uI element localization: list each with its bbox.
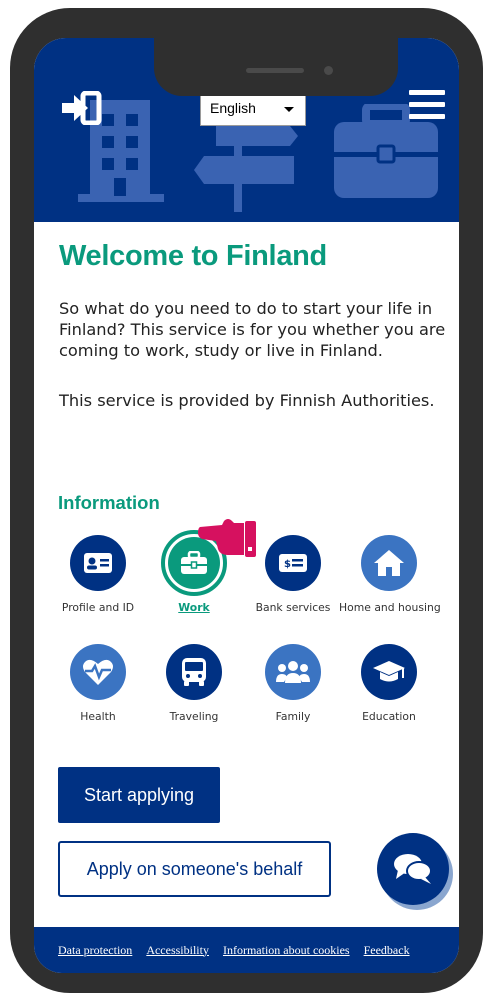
apply-on-behalf-button[interactable]: Apply on someone's behalf (58, 841, 331, 897)
intro-text: So what do you need to do to start your … (59, 299, 446, 360)
tile-label: Profile and ID (61, 601, 135, 614)
chevron-down-icon (284, 107, 294, 112)
bus-icon (166, 644, 222, 700)
footer-link-feedback[interactable]: Feedback (364, 943, 410, 958)
phone-frame: English Welcome to Finland So what do yo… (10, 8, 483, 993)
tile-profile-and-id[interactable]: Profile and ID (48, 535, 148, 614)
app-screen: English Welcome to Finland So what do yo… (34, 38, 459, 973)
login-icon[interactable] (59, 91, 103, 125)
graduation-cap-icon (361, 644, 417, 700)
chat-button[interactable] (377, 833, 449, 905)
tile-label: Traveling (169, 710, 219, 723)
footer: Data protection Accessibility Informatio… (34, 927, 459, 973)
tile-health[interactable]: Health (48, 644, 148, 723)
hand-pointer-icon (198, 519, 256, 557)
footer-link-data-protection[interactable]: Data protection (58, 943, 132, 958)
house-icon (361, 535, 417, 591)
svg-text:$: $ (284, 559, 291, 570)
tile-label: Family (275, 710, 311, 723)
language-select-value: English (210, 100, 256, 116)
tile-label: Health (80, 710, 116, 723)
people-icon (265, 644, 321, 700)
provided-by-text: This service is provided by Finnish Auth… (59, 391, 435, 410)
footer-link-cookies[interactable]: Information about cookies (223, 943, 350, 958)
tile-traveling[interactable]: Traveling (144, 644, 244, 723)
footer-link-accessibility[interactable]: Accessibility (146, 943, 209, 958)
tile-label: Home and housing (339, 601, 441, 614)
start-applying-button[interactable]: Start applying (58, 767, 220, 823)
hamburger-menu-icon[interactable] (409, 90, 445, 124)
tile-label: Education (362, 710, 416, 723)
tile-bank-services[interactable]: $ Bank services (243, 535, 343, 614)
id-card-icon (70, 535, 126, 591)
tile-home-and-housing[interactable]: Home and housing (339, 535, 441, 614)
tile-education[interactable]: Education (339, 644, 439, 723)
banknote-icon: $ (265, 535, 321, 591)
heart-pulse-icon (70, 644, 126, 700)
phone-notch (154, 38, 398, 96)
page-title: Welcome to Finland (59, 240, 327, 272)
tile-family[interactable]: Family (243, 644, 343, 723)
tile-label: Work (178, 601, 210, 614)
information-heading: Information (58, 492, 160, 513)
speaker (246, 68, 304, 73)
chat-bubbles-icon (394, 854, 432, 884)
camera (324, 66, 333, 75)
tile-label: Bank services (255, 601, 331, 614)
signpost-illustration-icon (194, 120, 298, 212)
